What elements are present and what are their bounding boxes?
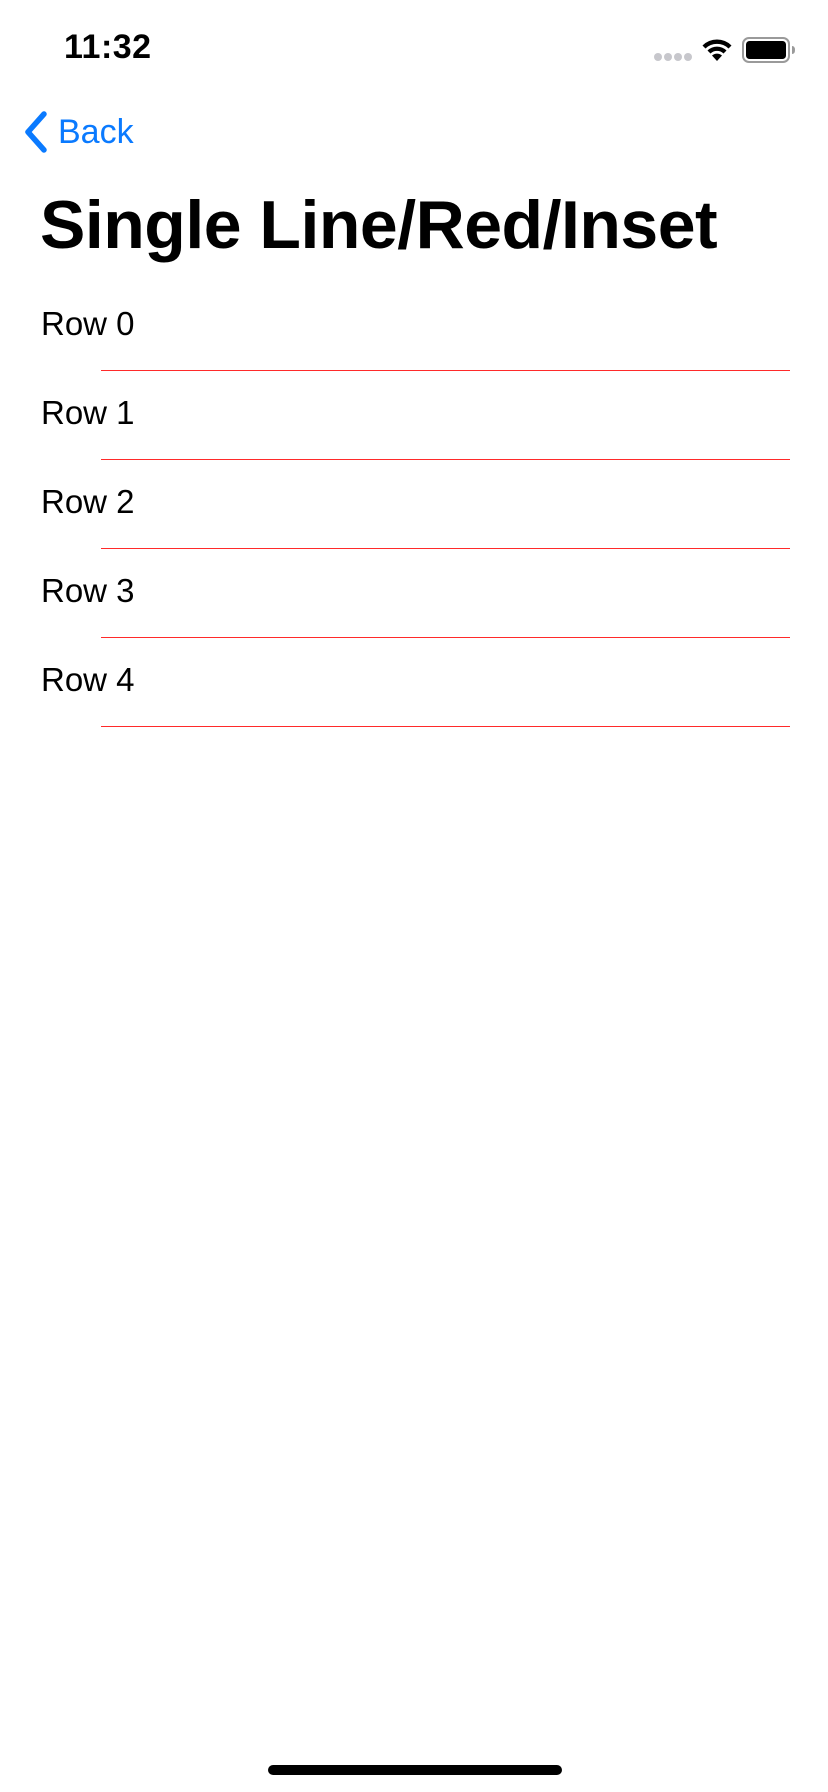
home-indicator[interactable] [268, 1765, 562, 1775]
chevron-left-icon [25, 111, 47, 153]
status-time: 11:32 [64, 28, 152, 66]
cellular-signal-icon [654, 53, 692, 61]
back-label: Back [58, 112, 134, 151]
back-button[interactable]: Back [22, 108, 134, 156]
wifi-icon [702, 39, 732, 61]
table-row[interactable]: Row 0 [0, 282, 828, 371]
row-label: Row 1 [41, 394, 135, 431]
table-row[interactable]: Row 2 [0, 460, 828, 549]
row-separator [101, 726, 790, 727]
table-row[interactable]: Row 1 [0, 371, 828, 460]
row-label: Row 2 [41, 483, 135, 520]
table-row[interactable]: Row 3 [0, 549, 828, 638]
row-label: Row 4 [41, 661, 135, 698]
battery-icon [742, 37, 795, 63]
table-row[interactable]: Row 4 [0, 638, 828, 727]
page-title: Single Line/Red/Inset [40, 187, 718, 263]
table-view: Row 0 Row 1 Row 2 Row 3 Row 4 [0, 282, 828, 727]
status-bar: 11:32 [0, 0, 828, 100]
row-label: Row 0 [41, 305, 135, 342]
row-label: Row 3 [41, 572, 135, 609]
